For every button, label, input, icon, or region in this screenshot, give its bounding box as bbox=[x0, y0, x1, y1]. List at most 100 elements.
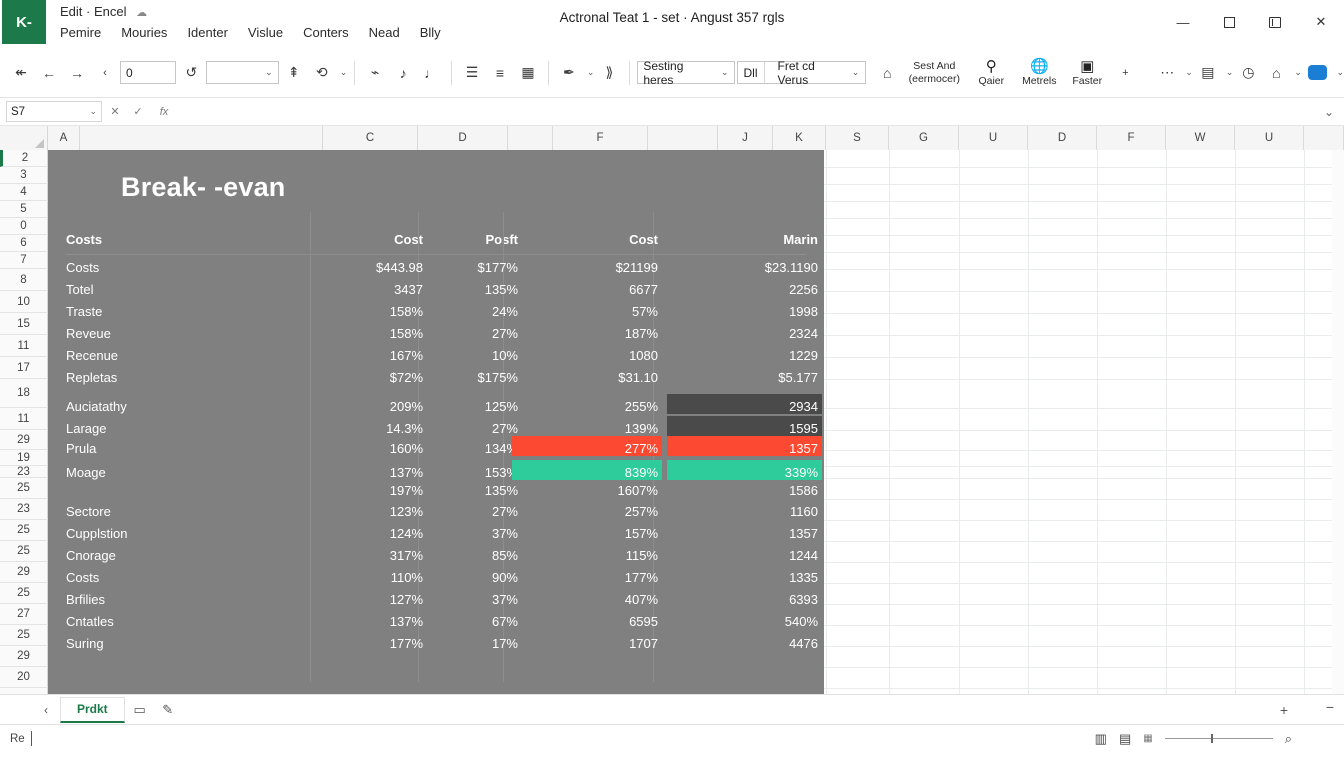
borders-icon[interactable]: ⟫ bbox=[596, 58, 622, 88]
report-column-header[interactable]: Posft bbox=[433, 228, 519, 250]
column-header-C[interactable]: C bbox=[323, 126, 418, 150]
row-header-8[interactable]: 8 bbox=[0, 269, 48, 291]
forward-icon[interactable]: → bbox=[64, 58, 90, 88]
report-cell[interactable]: 2324 bbox=[673, 322, 818, 344]
zoom-slider[interactable] bbox=[1164, 734, 1273, 743]
report-cell[interactable]: 187% bbox=[518, 322, 658, 344]
chevron-down-icon[interactable]: ⌄ bbox=[340, 67, 348, 78]
chevron-down-icon[interactable]: ⌄ bbox=[1294, 67, 1302, 78]
collapse-formula-bar-icon[interactable]: ⌄ bbox=[1324, 105, 1338, 119]
report-cell[interactable]: 177% bbox=[518, 566, 658, 588]
collapse-right-icon[interactable]: − bbox=[1326, 699, 1334, 715]
column-header-D[interactable]: D bbox=[418, 126, 508, 150]
row-header-2[interactable]: 2 bbox=[0, 150, 48, 167]
report-cell[interactable]: 257% bbox=[518, 500, 658, 522]
row-header-11[interactable]: 11 bbox=[0, 408, 48, 430]
row-header-29[interactable]: 29 bbox=[0, 646, 48, 667]
history-icon[interactable]: ◷ bbox=[1235, 58, 1261, 88]
faster-button[interactable]: ▣ Faster bbox=[1064, 59, 1110, 87]
report-cell[interactable]: 123% bbox=[318, 500, 423, 522]
column-header-blank16[interactable] bbox=[1304, 126, 1344, 150]
table-icon[interactable]: ▤ bbox=[1195, 58, 1221, 88]
chevron-down-icon[interactable]: ⌄ bbox=[587, 67, 595, 78]
row-header-19[interactable]: 19 bbox=[0, 450, 48, 466]
report-cell[interactable]: $177% bbox=[433, 256, 518, 278]
row-header-15[interactable]: 15 bbox=[0, 313, 48, 335]
row-header-5[interactable]: 5 bbox=[0, 201, 48, 218]
report-cell[interactable]: Suring bbox=[66, 632, 306, 654]
row-header-3[interactable]: 3 bbox=[0, 167, 48, 184]
home-icon[interactable]: ⌂ bbox=[1263, 58, 1289, 88]
report-cell[interactable]: 197% bbox=[318, 479, 423, 501]
report-cell[interactable]: 4476 bbox=[673, 632, 818, 654]
column-header-K[interactable]: K bbox=[773, 126, 826, 150]
report-cell[interactable]: 135% bbox=[433, 479, 518, 501]
normal-view-icon[interactable]: ▥ bbox=[1095, 731, 1107, 747]
report-cell[interactable]: Recenue bbox=[66, 344, 306, 366]
formula-input[interactable] bbox=[180, 101, 1321, 122]
column-header-G[interactable]: G bbox=[889, 126, 959, 150]
report-cell[interactable]: $72% bbox=[318, 366, 423, 388]
menu-item-3[interactable]: Vislue bbox=[248, 25, 283, 40]
report-cell[interactable]: 24% bbox=[433, 300, 518, 322]
report-cell[interactable]: Repletas bbox=[66, 366, 306, 388]
zoom-slider-thumb[interactable] bbox=[1210, 734, 1213, 743]
report-cell[interactable]: Totel bbox=[66, 278, 306, 300]
report-cell[interactable]: Larage bbox=[66, 417, 306, 439]
menu-item-6[interactable]: Blly bbox=[420, 25, 441, 40]
report-cell[interactable]: 134% bbox=[433, 437, 518, 459]
chevron-down-icon[interactable]: ⌄ bbox=[1336, 67, 1344, 78]
report-cell[interactable]: Cnorage bbox=[66, 544, 306, 566]
report-cell[interactable]: Prula bbox=[66, 437, 306, 459]
page-break-icon[interactable]: ▦ bbox=[1143, 733, 1152, 744]
report-cell[interactable]: 27% bbox=[433, 500, 518, 522]
pencil-icon[interactable]: ✎ bbox=[155, 698, 181, 722]
report-cell[interactable]: Reveue bbox=[66, 322, 306, 344]
report-cell[interactable]: 3437 bbox=[318, 278, 423, 300]
row-header-7[interactable]: 7 bbox=[0, 252, 48, 269]
qaier-button[interactable]: ⚲ Qaier bbox=[968, 59, 1014, 87]
report-column-header[interactable]: Cost bbox=[518, 228, 658, 250]
row-header-25[interactable]: 25 bbox=[0, 583, 48, 604]
report-cell[interactable]: Costs bbox=[66, 566, 306, 588]
merge-icon[interactable]: ▦ bbox=[515, 58, 541, 88]
report-cell[interactable]: 157% bbox=[518, 522, 658, 544]
report-cell[interactable]: 1335 bbox=[673, 566, 818, 588]
report-cell[interactable]: Cupplstion bbox=[66, 522, 306, 544]
column-header-blank1[interactable] bbox=[80, 126, 323, 150]
setting-select[interactable]: Sesting heres ⌄ bbox=[637, 59, 735, 87]
report-cell[interactable]: 10% bbox=[433, 344, 518, 366]
restore-icon[interactable] bbox=[1252, 0, 1298, 44]
report-cell[interactable]: 160% bbox=[318, 437, 423, 459]
report-cell[interactable]: 115% bbox=[518, 544, 658, 566]
column-header-U[interactable]: U bbox=[1235, 126, 1304, 150]
refresh-icon[interactable]: ↺ bbox=[178, 58, 204, 88]
column-header-F[interactable]: F bbox=[553, 126, 648, 150]
report-cell[interactable]: 177% bbox=[318, 632, 423, 654]
minimize-icon[interactable]: — bbox=[1160, 0, 1206, 44]
report-cell[interactable]: 1998 bbox=[673, 300, 818, 322]
report-cell[interactable]: 255% bbox=[518, 395, 658, 417]
report-cell[interactable]: 27% bbox=[433, 322, 518, 344]
row-header-0[interactable]: 0 bbox=[0, 218, 48, 235]
menu-item-1[interactable]: Mouries bbox=[121, 25, 167, 40]
undo-icon[interactable]: ↞ bbox=[8, 58, 34, 88]
report-cell[interactable]: 6595 bbox=[518, 610, 658, 632]
report-cell[interactable]: 540% bbox=[673, 610, 818, 632]
sheet-tab-prdkt[interactable]: Prdkt bbox=[60, 696, 125, 723]
report-cell[interactable]: 124% bbox=[318, 522, 423, 544]
verus-select[interactable]: Dll Fret cd Verus ⌄ bbox=[736, 59, 867, 87]
column-header-W[interactable]: W bbox=[1166, 126, 1235, 150]
report-cell[interactable]: 127% bbox=[318, 588, 423, 610]
report-cell[interactable]: 2934 bbox=[673, 395, 818, 417]
chevron-down-icon[interactable]: ⌄ bbox=[1185, 67, 1193, 78]
report-cell[interactable]: 317% bbox=[318, 544, 423, 566]
metrels-button[interactable]: 🌐 Metrels bbox=[1016, 59, 1062, 87]
underline-icon[interactable]: ♩ bbox=[418, 58, 444, 88]
align-icon[interactable]: ≡ bbox=[487, 58, 513, 88]
report-column-header[interactable]: Marin bbox=[673, 228, 818, 250]
report-cell[interactable]: 37% bbox=[433, 522, 518, 544]
report-cell[interactable]: 135% bbox=[433, 278, 518, 300]
column-header-D[interactable]: D bbox=[1028, 126, 1097, 150]
menu-item-5[interactable]: Nead bbox=[369, 25, 400, 40]
